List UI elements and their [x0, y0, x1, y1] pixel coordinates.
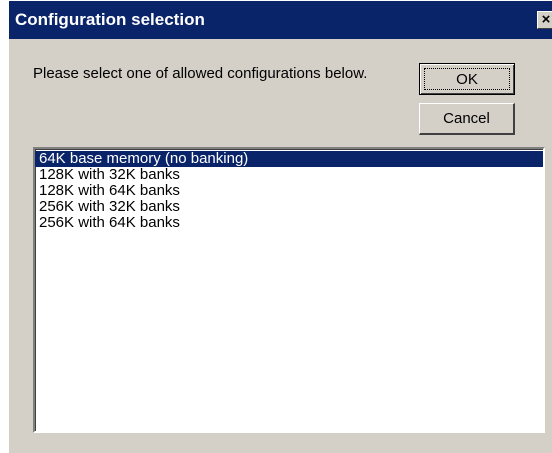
close-icon: ×: [541, 11, 551, 28]
title-bar: Configuration selection ×: [9, 1, 552, 39]
window-title: Configuration selection: [15, 10, 205, 29]
focus-rect: [424, 68, 510, 90]
list-item-label: 256K with 64K banks: [39, 214, 180, 231]
list-item[interactable]: 128K with 32K banks: [35, 167, 543, 183]
prompt-text: Please select one of allowed configurati…: [33, 65, 368, 82]
configuration-listbox[interactable]: 64K base memory (no banking) 128K with 3…: [33, 147, 545, 433]
list-item-label: 128K with 32K banks: [39, 166, 180, 183]
list-item[interactable]: 64K base memory (no banking): [35, 151, 543, 167]
list-item-label: 64K base memory (no banking): [39, 150, 249, 167]
list-item[interactable]: 256K with 32K banks: [35, 199, 543, 215]
cancel-button[interactable]: Cancel: [419, 103, 515, 135]
cancel-button-label: Cancel: [443, 110, 490, 127]
list-item[interactable]: 128K with 64K banks: [35, 183, 543, 199]
list-item[interactable]: 256K with 64K banks: [35, 215, 543, 231]
list-item-label: 128K with 64K banks: [39, 182, 180, 199]
list-item-label: 256K with 32K banks: [39, 198, 180, 215]
ok-button[interactable]: OK: [419, 63, 515, 95]
close-button[interactable]: ×: [537, 11, 552, 29]
configuration-dialog: Configuration selection × Please select …: [8, 0, 552, 453]
